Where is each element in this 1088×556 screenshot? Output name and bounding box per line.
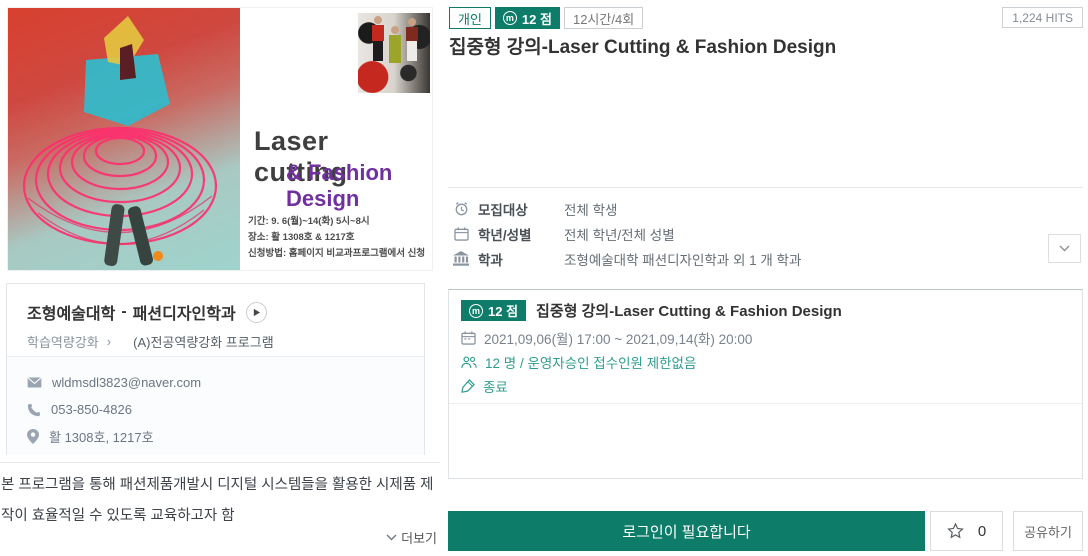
info-value-department: 조형예술대학 패션디자인학과 외 1 개 학과 xyxy=(564,249,801,269)
department-name: 패션디자인학과 xyxy=(133,300,236,324)
badge-duration: 12시간/4회 xyxy=(564,7,643,29)
organizer-title: 조형예술대학 - 패션디자인학과 xyxy=(27,300,404,324)
chevron-down-icon xyxy=(386,534,397,541)
calendar-icon xyxy=(461,331,476,345)
header-divider xyxy=(448,187,1083,188)
program-description: 본 프로그램을 통해 패션제품개발시 디지털 시스템들을 활용한 시제품 제작이… xyxy=(1,470,438,532)
course-date-row: 2021,09,06(월) 17:00 ~ 2021,09,14(화) 20:0… xyxy=(449,326,1082,350)
poster-detail-apply: 신청방법: 홈페이지 비교과프로그램에서 신청 xyxy=(248,246,430,262)
pen-icon xyxy=(461,379,475,393)
breadcrumb: 학습역량강화 › (A)전공역량강화 프로그램 xyxy=(27,332,404,351)
contact-email-row: wldmsdl3823@naver.com xyxy=(27,369,404,396)
breadcrumb-category[interactable]: 학습역량강화 xyxy=(27,332,99,351)
contact-phone: 053-850-4826 xyxy=(51,402,132,417)
course-capacity: 12 명 / 운영자승인 접수인원 제한없음 xyxy=(485,352,696,372)
show-more-label: 더보기 xyxy=(401,528,437,547)
poster-detail-lines: 기간: 9. 6(월)~14(화) 5시~8시 장소: 활 1308호 & 12… xyxy=(248,214,430,262)
share-button[interactable]: 공유하기 xyxy=(1013,511,1083,551)
poster-detail-place: 장소: 활 1308호 & 1217호 xyxy=(248,230,430,246)
college-name: 조형예술대학 xyxy=(27,300,115,324)
calendar-icon xyxy=(452,227,470,241)
poster-title-line2: & Fashion Design xyxy=(286,160,432,212)
info-row-department: 학과 조형예술대학 패션디자인학과 외 1 개 학과 xyxy=(452,246,1052,271)
info-label-target: 모집대상 xyxy=(478,199,564,219)
course-session-title: 집중형 강의-Laser Cutting & Fashion Design xyxy=(536,300,842,321)
info-value-grade-gender: 전체 학년/전체 성별 xyxy=(564,224,675,244)
course-status-row: 종료 xyxy=(449,374,1082,398)
course-box-divider xyxy=(449,403,1082,404)
contact-location-row: 활 1308호, 1217호 xyxy=(27,423,404,450)
runway-models-thumbnail xyxy=(358,13,430,93)
course-date-range: 2021,09,06(월) 17:00 ~ 2021,09,14(화) 20:0… xyxy=(484,328,752,348)
badge-personal: 개인 xyxy=(449,7,491,29)
course-points-label: 12 점 xyxy=(488,301,518,320)
poster-text-panel: Laser cutting & Fashion Design 기간: 9. 6(… xyxy=(240,8,432,270)
contact-location: 활 1308호, 1217호 xyxy=(49,427,154,446)
info-label-department: 학과 xyxy=(478,249,564,269)
university-building-icon xyxy=(452,251,470,266)
play-button[interactable] xyxy=(246,302,267,323)
course-points-badge: m 12 점 xyxy=(461,300,526,321)
course-status: 종료 xyxy=(483,376,508,396)
info-row-target: 모집대상 전체 학생 xyxy=(452,196,1052,221)
hits-counter: 1,224 HITS xyxy=(1002,7,1083,28)
info-value-target: 전체 학생 xyxy=(564,199,617,219)
show-more-link[interactable]: 더보기 xyxy=(0,528,437,547)
phone-icon xyxy=(27,403,41,417)
contact-phone-row: 053-850-4826 xyxy=(27,396,404,423)
department-expand-button[interactable] xyxy=(1048,234,1081,263)
star-icon xyxy=(947,523,964,539)
favorite-count: 0 xyxy=(978,523,986,540)
program-info-list: 모집대상 전체 학생 학년/성별 전체 학년/전체 성별 xyxy=(452,196,1052,271)
mileage-icon: m xyxy=(469,304,483,318)
alarm-clock-icon xyxy=(452,201,470,216)
play-icon xyxy=(252,308,261,317)
location-pin-icon xyxy=(27,429,39,444)
description-divider xyxy=(0,462,440,463)
program-detail-page: Laser cutting & Fashion Design 기간: 9. 6(… xyxy=(0,0,1088,556)
course-session-box: m 12 점 집중형 강의-Laser Cutting & Fashion De… xyxy=(448,289,1083,479)
organizer-card: 조형예술대학 - 패션디자인학과 학습역량강화 › (A)전공역량강화 프로그램 xyxy=(6,283,425,455)
chevron-down-icon xyxy=(1059,245,1070,252)
favorite-button[interactable]: 0 xyxy=(930,511,1003,551)
mileage-icon: m xyxy=(503,11,517,25)
points-label: 12 점 xyxy=(522,9,552,28)
organizer-contacts: wldmsdl3823@naver.com 053-850-4826 활 130… xyxy=(7,356,424,455)
info-label-grade-gender: 학년/성별 xyxy=(478,224,564,244)
header-badges: 개인 m 12 점 12시간/4회 xyxy=(449,7,643,29)
poster-fashion-photo xyxy=(8,8,240,270)
title-dash: - xyxy=(121,303,126,321)
laser-cut-dress-illustration xyxy=(8,8,240,270)
organizer-header: 조형예술대학 - 패션디자인학과 학습역량강화 › (A)전공역량강화 프로그램 xyxy=(7,284,424,355)
info-row-grade-gender: 학년/성별 전체 학년/전체 성별 xyxy=(452,221,1052,246)
contact-email: wldmsdl3823@naver.com xyxy=(52,375,201,390)
breadcrumb-program[interactable]: (A)전공역량강화 프로그램 xyxy=(133,332,274,351)
envelope-icon xyxy=(27,377,42,388)
course-session-header: m 12 점 집중형 강의-Laser Cutting & Fashion De… xyxy=(449,290,1082,321)
page-title: 집중형 강의-Laser Cutting & Fashion Design xyxy=(449,32,1009,59)
poster-detail-period: 기간: 9. 6(월)~14(화) 5시~8시 xyxy=(248,214,430,230)
program-poster-image: Laser cutting & Fashion Design 기간: 9. 6(… xyxy=(8,8,432,270)
breadcrumb-chevron-icon: › xyxy=(107,334,111,349)
login-required-button[interactable]: 로그인이 필요합니다 xyxy=(448,511,925,551)
course-capacity-row: 12 명 / 운영자승인 접수인원 제한없음 xyxy=(449,350,1082,374)
badge-mileage-points: m 12 점 xyxy=(495,7,560,29)
people-icon xyxy=(461,356,477,369)
